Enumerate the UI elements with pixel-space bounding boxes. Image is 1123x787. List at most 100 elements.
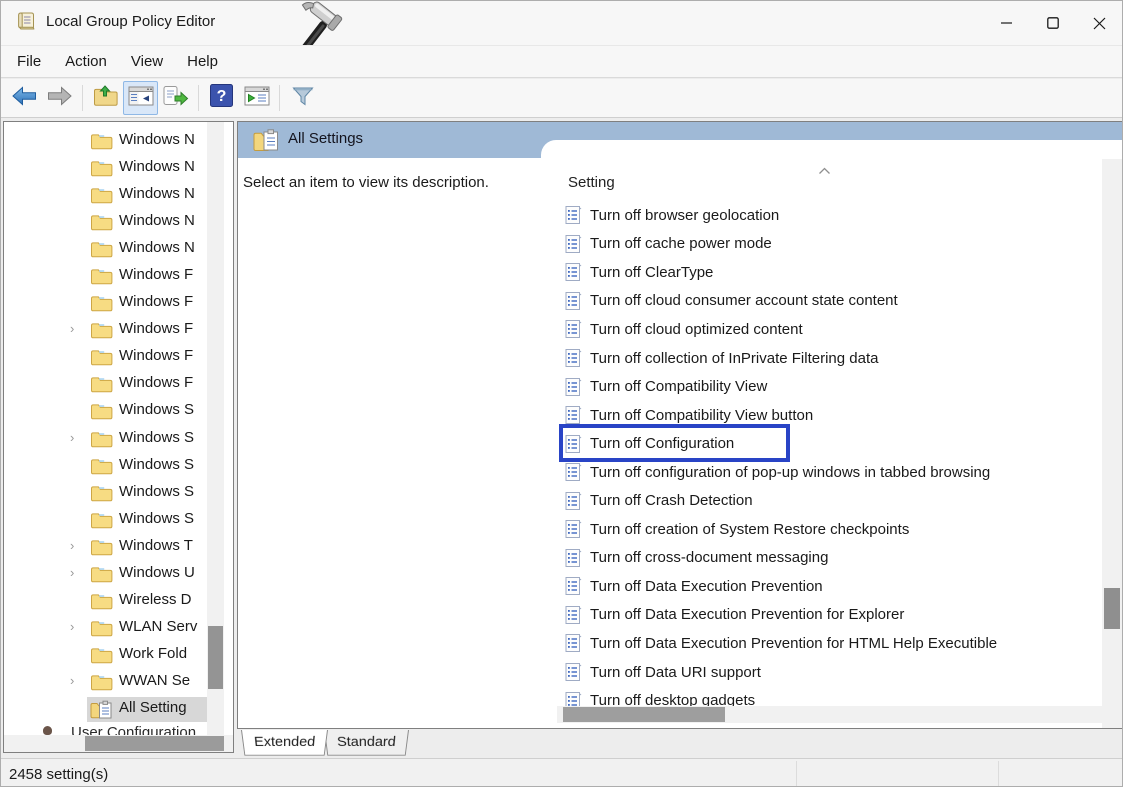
tree-item-label: Windows S <box>119 456 194 473</box>
filter-button[interactable] <box>285 81 320 115</box>
toolbar: ? <box>1 79 1122 118</box>
menu-item[interactable]: Action <box>53 46 119 77</box>
tree-item[interactable]: › <box>4 290 207 317</box>
settings-row[interactable]: Turn off Data URI support <box>563 658 1102 687</box>
folder-icon <box>90 348 113 370</box>
folder-icon <box>90 267 113 289</box>
tree-item[interactable]: › <box>4 236 207 263</box>
setting-column-header[interactable]: Setting <box>568 174 615 191</box>
tree-item[interactable]: › <box>4 371 207 398</box>
tree-item[interactable]: › <box>4 344 207 371</box>
tree-item[interactable]: › <box>4 669 207 696</box>
folder-icon <box>90 132 113 154</box>
back-button[interactable] <box>7 81 42 115</box>
chevron-right-icon[interactable]: › <box>70 430 74 445</box>
tree-item[interactable]: › <box>4 426 207 453</box>
list-vertical-scrollbar[interactable] <box>1102 159 1122 728</box>
tree-item[interactable]: › <box>4 317 207 344</box>
chevron-right-icon[interactable]: › <box>70 673 74 688</box>
up-one-level-button[interactable] <box>88 81 123 115</box>
tree-item[interactable]: › <box>4 263 207 290</box>
policy-scroll-icon <box>14 10 38 39</box>
tree-item-label: Windows N <box>119 239 195 256</box>
tree-item[interactable]: › <box>4 561 207 588</box>
tree-item-label: Windows N <box>119 212 195 229</box>
tree-item[interactable]: › <box>4 128 207 155</box>
tree-item[interactable]: › <box>4 588 207 615</box>
menu-item[interactable]: View <box>119 46 175 77</box>
settings-row[interactable]: Turn off Data Execution Prevention for H… <box>563 629 1102 658</box>
view-tab[interactable]: Standard <box>324 730 409 756</box>
export-list-button[interactable] <box>158 81 193 115</box>
settings-row[interactable]: Turn off configuration of pop-up windows… <box>563 458 1102 487</box>
policy-setting-icon <box>565 605 582 625</box>
close-button[interactable] <box>1076 1 1122 45</box>
list-horizontal-scrollbar[interactable] <box>557 706 1102 723</box>
tree-horizontal-scrollbar[interactable] <box>4 735 233 752</box>
settings-row[interactable]: Turn off browser geolocation <box>563 201 1102 230</box>
local-group-policy-editor-window: Local Group Policy Editor <box>0 0 1123 787</box>
tree-item-label: WWAN Se <box>119 672 190 689</box>
settings-row-label: Turn off cache power mode <box>590 235 772 252</box>
policy-setting-icon <box>565 377 582 397</box>
settings-row[interactable]: Turn off collection of InPrivate Filteri… <box>563 344 1102 373</box>
show-console-tree-button[interactable] <box>123 81 158 115</box>
tree-item[interactable]: › <box>4 182 207 209</box>
tree-item[interactable]: › <box>4 209 207 236</box>
tree-item[interactable]: › <box>4 155 207 182</box>
settings-row[interactable]: Turn off Data Execution Prevention for E… <box>563 601 1102 630</box>
scrollbar-thumb[interactable] <box>563 707 725 722</box>
panel-content: Select an item to view its description. … <box>238 158 1122 728</box>
folder-icon <box>90 457 113 479</box>
settings-row[interactable]: Turn off cross-document messaging <box>563 544 1102 573</box>
settings-row-label: Turn off Crash Detection <box>590 492 753 509</box>
tree-item[interactable]: › <box>4 615 207 642</box>
settings-row[interactable]: Turn off Compatibility View <box>563 372 1102 401</box>
scrollbar-thumb[interactable] <box>85 736 224 751</box>
tree-item[interactable]: › <box>4 534 207 561</box>
settings-row[interactable]: Turn off creation of System Restore chec… <box>563 515 1102 544</box>
settings-row[interactable]: Turn off desktop gadgets <box>563 686 1102 706</box>
scrollbar-thumb[interactable] <box>1104 588 1120 629</box>
tree-item-label: Windows S <box>119 429 194 446</box>
settings-row[interactable]: Turn off cloud optimized content <box>563 315 1102 344</box>
policy-setting-icon <box>565 662 582 682</box>
chevron-right-icon[interactable]: › <box>70 321 74 336</box>
chevron-up-icon[interactable] <box>818 162 831 180</box>
tree-item[interactable]: › <box>4 453 207 480</box>
chevron-right-icon[interactable]: › <box>70 619 74 634</box>
maximize-button[interactable] <box>1030 1 1076 45</box>
tree-item[interactable]: › <box>4 480 207 507</box>
folder-icon <box>90 240 113 262</box>
folder-icon <box>90 619 113 641</box>
policy-setting-icon <box>565 633 582 653</box>
tree-item[interactable]: › <box>4 642 207 669</box>
settings-row-label: Turn off Data URI support <box>590 664 761 681</box>
menu-item[interactable]: Help <box>175 46 230 77</box>
settings-row[interactable]: Turn off Data Execution Prevention <box>563 572 1102 601</box>
minimize-button[interactable] <box>984 1 1030 45</box>
tree-item[interactable]: › <box>4 696 207 723</box>
chevron-right-icon[interactable]: › <box>70 538 74 553</box>
help-button[interactable]: ? <box>204 81 239 115</box>
menu-item[interactable]: File <box>5 46 53 77</box>
tree-item-label: Windows S <box>119 401 194 418</box>
forward-arrow-icon <box>46 86 73 111</box>
settings-row[interactable]: Turn off cache power mode <box>563 230 1102 259</box>
tree-item-label: Windows U <box>119 564 195 581</box>
tree-item-label: WLAN Serv <box>119 618 197 635</box>
show-properties-button[interactable] <box>239 81 274 115</box>
settings-row[interactable]: Turn off ClearType <box>563 258 1102 287</box>
settings-row[interactable]: Turn off Crash Detection <box>563 486 1102 515</box>
view-tab[interactable]: Extended <box>241 730 328 756</box>
svg-text:?: ? <box>217 88 227 105</box>
tree-item-partial[interactable]: User Configuration <box>6 724 206 735</box>
folder-icon <box>90 430 113 452</box>
forward-button[interactable] <box>42 81 77 115</box>
tree-vertical-scrollbar[interactable] <box>207 122 224 735</box>
scrollbar-thumb[interactable] <box>208 626 223 689</box>
tree-item[interactable]: › <box>4 507 207 534</box>
chevron-right-icon[interactable]: › <box>70 565 74 580</box>
tree-item[interactable]: › <box>4 398 207 425</box>
settings-row[interactable]: Turn off cloud consumer account state co… <box>563 287 1102 316</box>
